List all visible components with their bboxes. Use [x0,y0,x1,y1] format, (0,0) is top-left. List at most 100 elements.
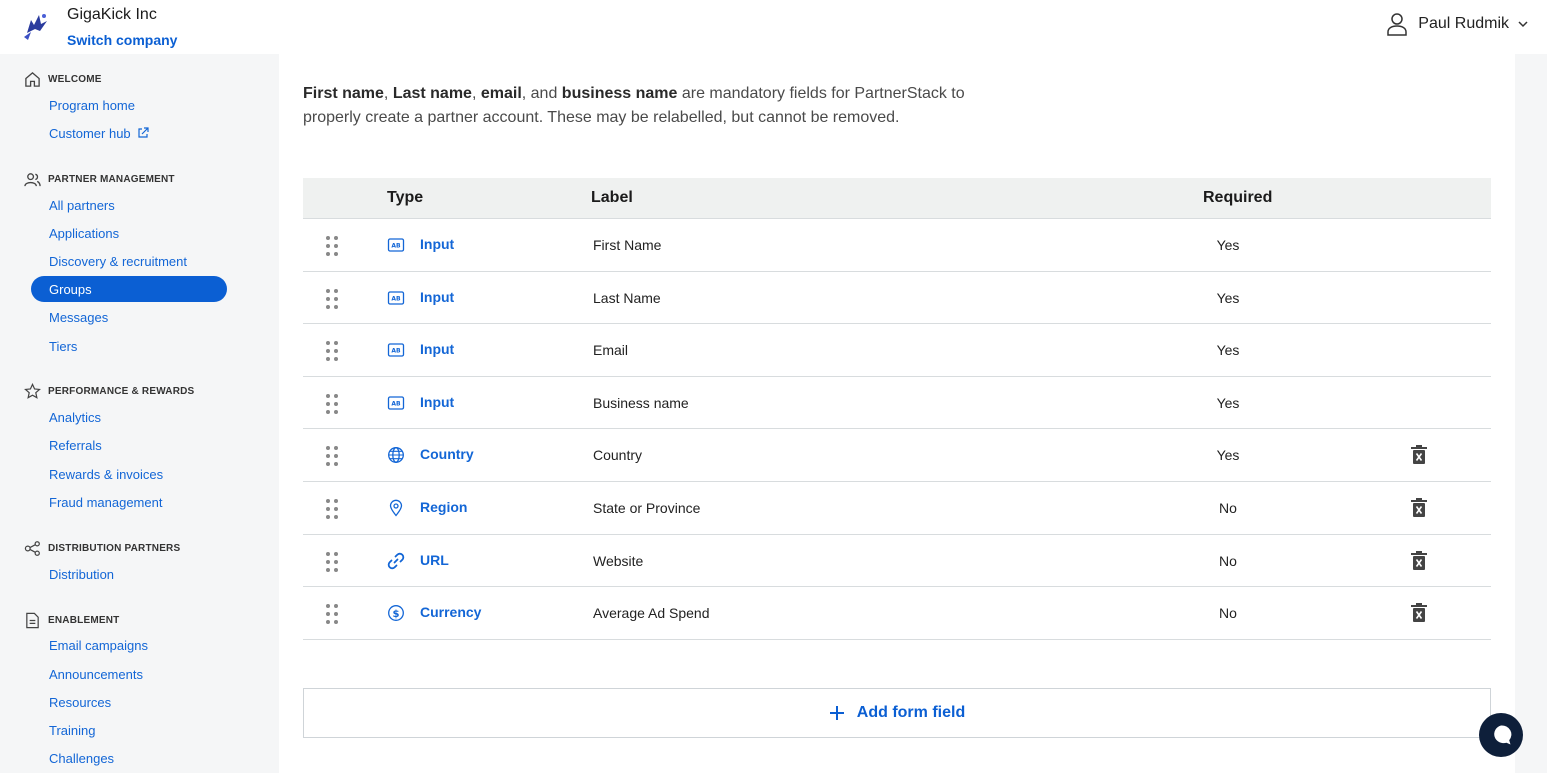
sidebar-item-label: All partners [49,197,115,213]
intro-field-business-name: business name [561,85,678,102]
globe-icon [388,447,404,464]
sidebar-item-label: Distribution [49,566,115,582]
table-header: Type Label Required [303,178,1491,219]
drag-handle-icon[interactable] [325,603,339,625]
sidebar: GigaKick Inc Switch company WELCOME Prog… [0,0,247,773]
sidebar-item-resources[interactable]: Resources [31,689,227,715]
field-type-link[interactable]: Input [420,236,454,252]
table-row: AB Input First Name Yes [303,219,1491,272]
switch-company-link[interactable]: Switch company [67,32,177,48]
sidebar-item-label: Applications [49,225,120,241]
sidebar-item-training[interactable]: Training [31,717,227,743]
top-bar: Paul Rudmik [247,0,1547,54]
field-type-link[interactable]: Region [420,499,467,515]
map-pin-icon [389,499,403,517]
delete-icon[interactable] [1410,603,1428,623]
table-row: AB Input Email Yes [303,324,1491,377]
table-row: $ Currency Average Ad Spend No [303,587,1491,640]
company-logo-icon [24,14,47,40]
sidebar-item-tiers[interactable]: Tiers [31,333,227,359]
delete-icon[interactable] [1410,497,1428,518]
field-label: First Name [593,237,662,253]
sidebar-item-label: Tiers [49,338,78,354]
sidebar-item-customer-hub[interactable]: Customer hub [31,120,227,146]
field-label: Website [593,552,644,569]
drag-handle-icon[interactable] [325,288,339,310]
chat-bubble-icon [1494,725,1512,745]
star-icon [24,382,41,399]
chat-launcher-button[interactable] [1479,713,1523,757]
user-icon [1387,13,1408,36]
chevron-down-icon [1518,21,1528,28]
external-link-icon [138,127,149,138]
section-partner-management: PARTNER MANAGEMENT [24,170,175,188]
sidebar-item-discovery-recruitment[interactable]: Discovery & recruitment [31,248,227,274]
sidebar-item-messages[interactable]: Messages [31,304,227,330]
add-form-field-label: Add form field [856,704,966,721]
intro-separator: , [383,85,393,102]
user-menu[interactable]: Paul Rudmik [1386,12,1529,36]
svg-text:AB: AB [391,400,401,407]
field-required-value: Yes [1216,342,1240,359]
users-icon [24,172,41,186]
drag-handle-icon[interactable] [325,393,339,415]
section-welcome: WELCOME [24,70,102,88]
add-form-field-button[interactable]: Add form field [303,688,1491,738]
sidebar-item-rewards-invoices[interactable]: Rewards & invoices [31,461,227,487]
sidebar-item-program-home[interactable]: Program home [31,92,227,118]
sidebar-item-label: Training [49,722,96,738]
sidebar-item-referrals[interactable]: Referrals [31,432,227,458]
drag-handle-icon[interactable] [325,340,339,362]
sidebar-item-label: Discovery & recruitment [49,253,187,269]
field-required-value: No [1219,605,1237,622]
sidebar-item-fraud-management[interactable]: Fraud management [31,489,227,515]
text-input-icon: AB [387,290,405,305]
table-row: Region State or Province No [303,482,1491,535]
field-type-link[interactable]: URL [420,552,449,568]
field-type-link[interactable]: Input [420,341,454,357]
field-type-link[interactable]: Input [420,289,454,305]
field-type-link[interactable]: Input [420,394,454,410]
sidebar-item-applications[interactable]: Applications [31,220,227,246]
field-required-value: No [1219,552,1237,569]
section-label: WELCOME [48,73,102,85]
home-icon [25,71,40,87]
document-icon [26,612,39,628]
plus-icon [829,706,844,720]
drag-handle-icon[interactable] [325,445,339,467]
sidebar-item-label: Program home [49,97,135,113]
table-row: Country Country Yes [303,429,1491,482]
sidebar-item-email-campaigns[interactable]: Email campaigns [31,632,227,658]
intro-field-email: email [480,85,522,102]
sidebar-item-challenges[interactable]: Challenges [31,745,227,771]
sidebar-item-groups[interactable]: Groups [31,276,227,302]
mandatory-fields-note: First name, Last name, email, and busine… [303,82,1023,130]
dollar-icon: $ [388,605,404,622]
share-icon [24,540,40,556]
field-type-link[interactable]: Currency [420,604,481,620]
sidebar-item-all-partners[interactable]: All partners [31,192,227,218]
intro-field-last-name: Last name [392,85,472,102]
sidebar-item-label: Referrals [49,437,102,453]
sidebar-item-distribution[interactable]: Distribution [31,561,227,587]
sidebar-item-announcements[interactable]: Announcements [31,661,227,687]
sidebar-item-label: Email campaigns [49,637,148,653]
field-label: State or Province [593,499,701,516]
form-fields-card: First name, Last name, email, and busine… [279,54,1515,773]
field-type-link[interactable]: Country [420,446,474,462]
delete-icon[interactable] [1410,445,1428,465]
field-label: Last Name [593,289,661,306]
section-distribution-partners: DISTRIBUTION PARTNERS [24,539,180,557]
drag-handle-icon[interactable] [325,551,339,573]
sidebar-item-analytics[interactable]: Analytics [31,404,227,430]
sidebar-item-label: Announcements [49,666,143,682]
sidebar-item-label: Customer hub [49,125,131,141]
sidebar-item-label: Resources [49,694,112,710]
table-row: URL Website No [303,535,1491,588]
field-label: Country [593,447,643,464]
sidebar-item-label: Groups [49,281,92,297]
section-label: DISTRIBUTION PARTNERS [48,542,181,554]
delete-icon[interactable] [1410,550,1428,571]
drag-handle-icon[interactable] [325,498,339,520]
drag-handle-icon[interactable] [325,235,339,257]
